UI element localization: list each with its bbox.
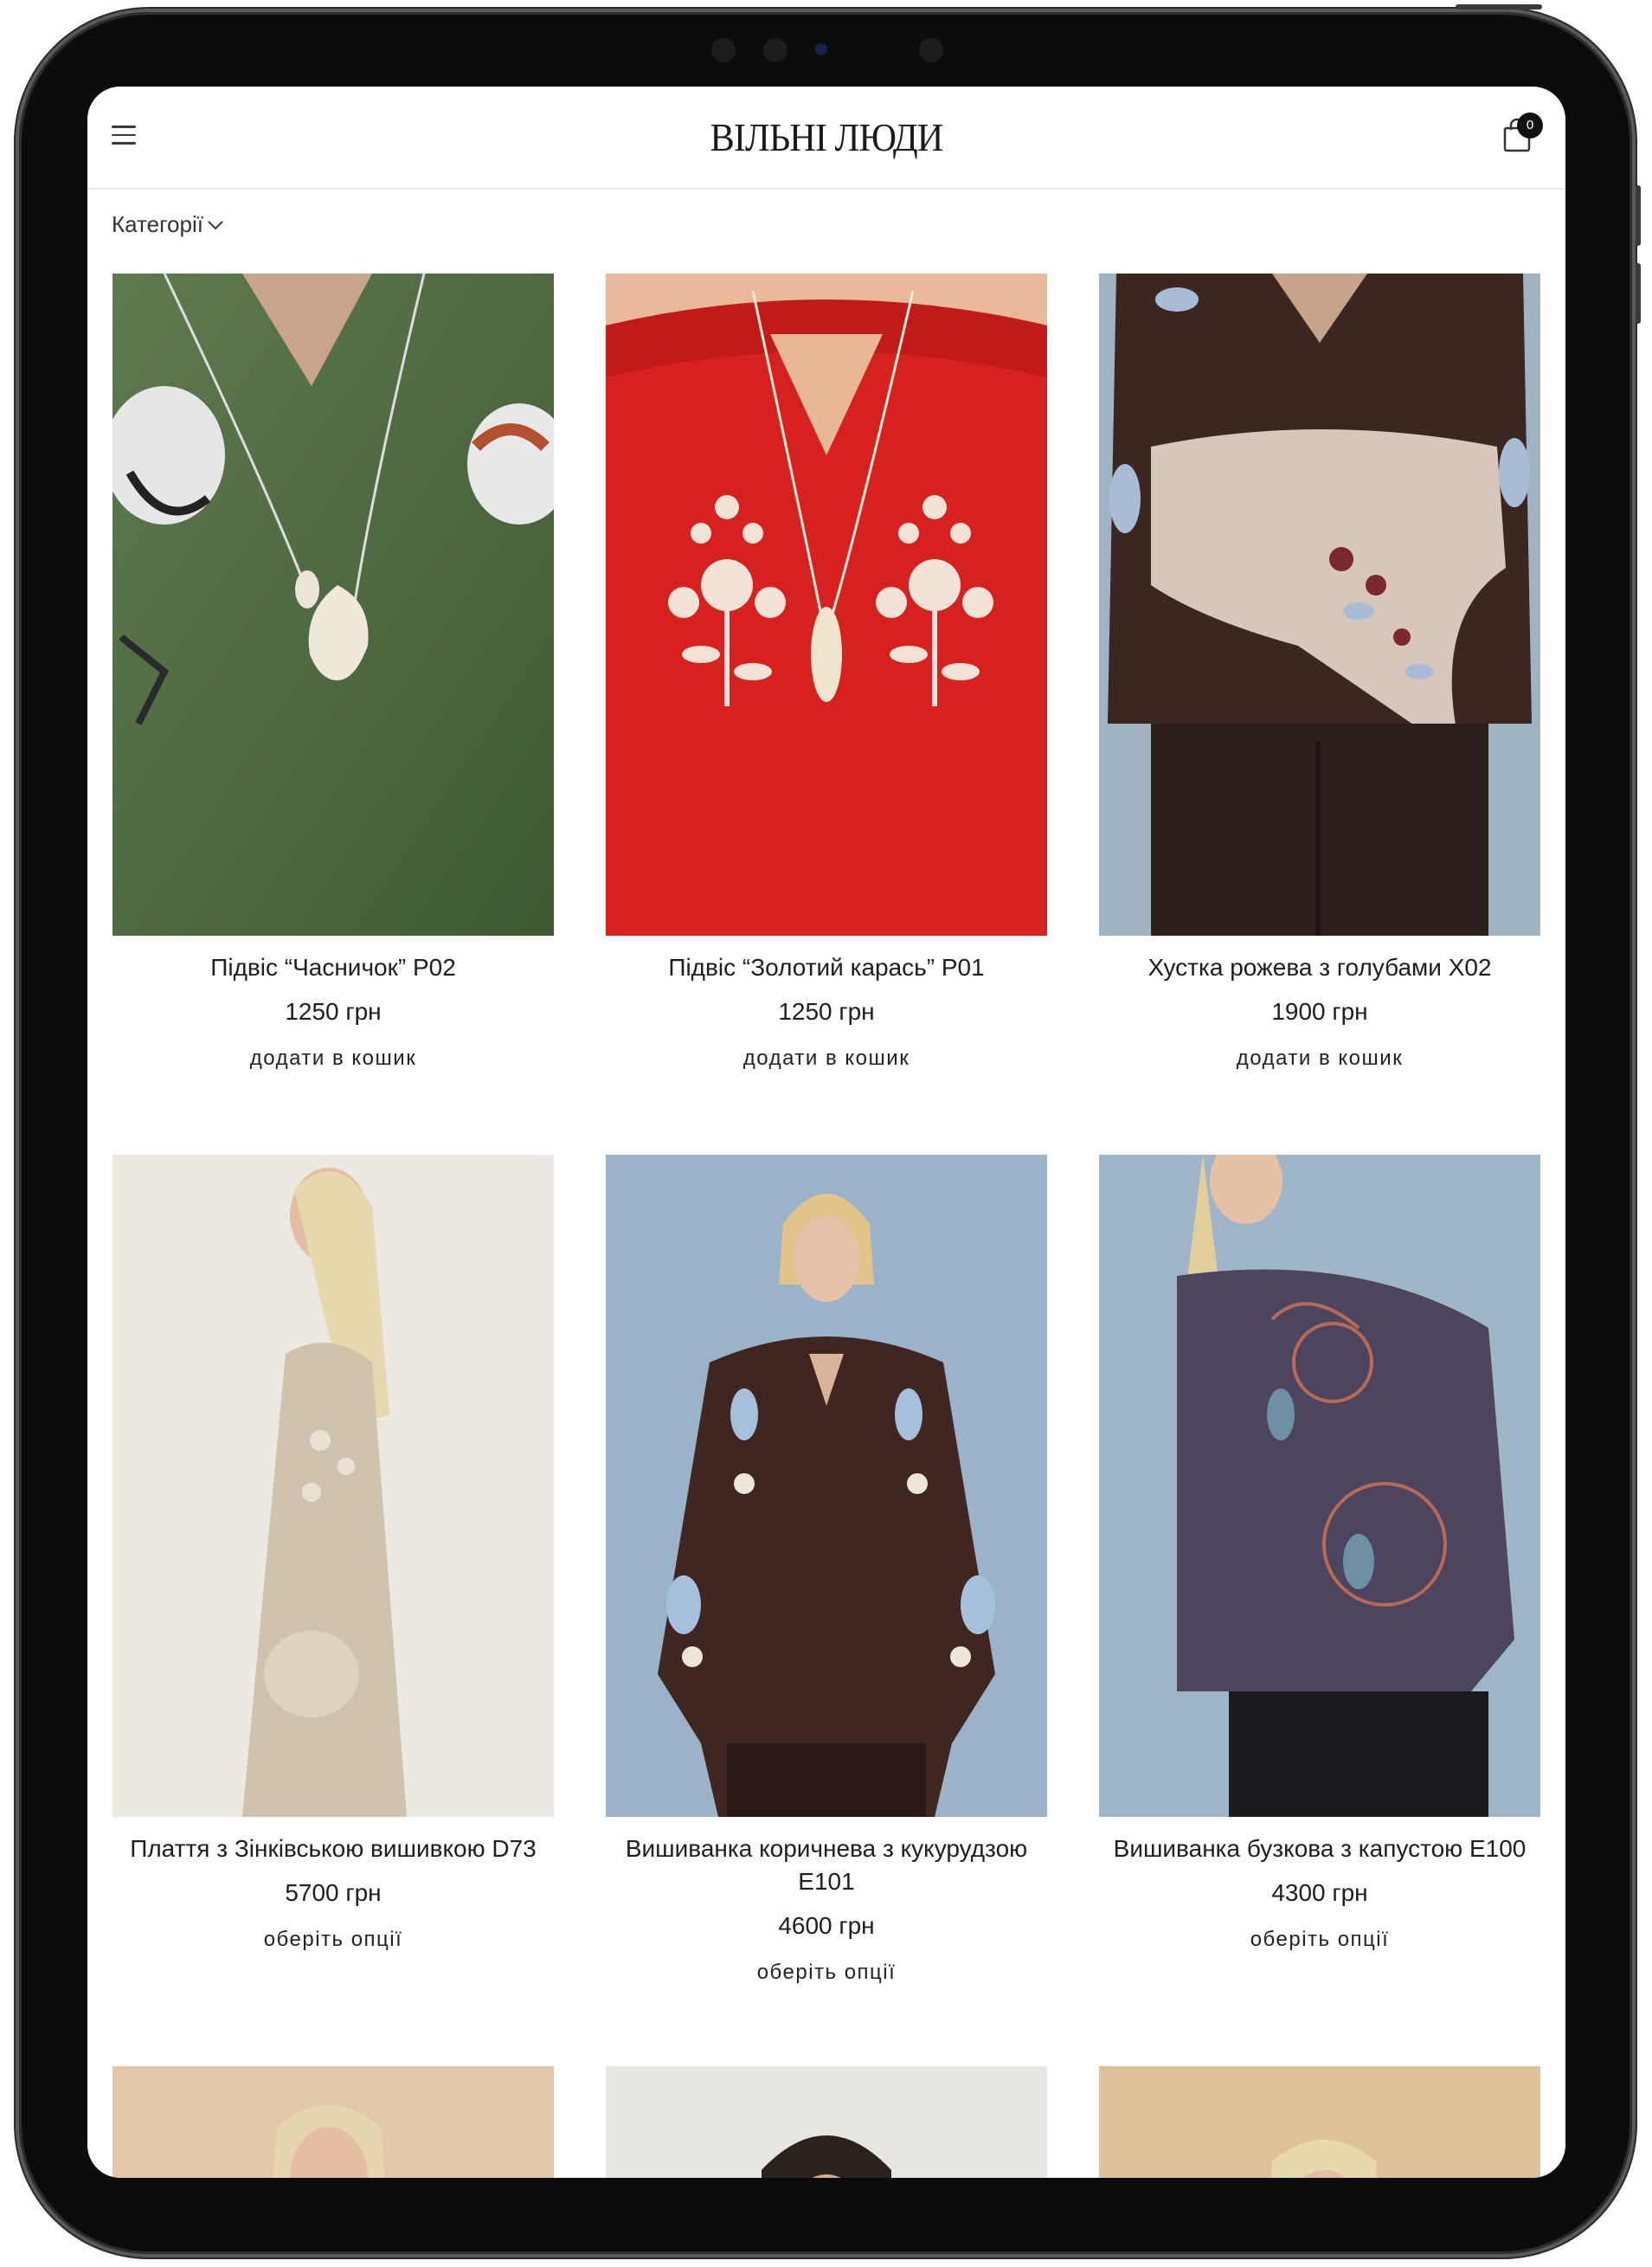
screen: ВІЛЬНІ ЛЮДИ 0 Категорії Підвіс “Часничок… <box>87 87 1565 2178</box>
front-sensor <box>763 38 787 62</box>
product-image[interactable] <box>606 2066 1047 2178</box>
product-title[interactable]: Хустка рожева з голубами X02 <box>1099 951 1540 984</box>
product-image[interactable] <box>1099 2066 1540 2178</box>
product-card[interactable]: Підвіс “Часничок” P02 1250 грн додати в … <box>112 274 554 1071</box>
product-image[interactable] <box>1099 1155 1540 1817</box>
add-to-cart-button[interactable]: додати в кошик <box>606 1047 1047 1071</box>
product-price: 1250 грн <box>285 998 382 1025</box>
power-button <box>1456 4 1542 10</box>
site-header: ВІЛЬНІ ЛЮДИ 0 <box>87 87 1565 190</box>
product-image[interactable] <box>112 274 554 936</box>
select-options-button[interactable]: оберіть опції <box>112 1928 554 1952</box>
product-price: 1250 грн <box>778 998 875 1025</box>
product-card[interactable]: Підвіс “Золотий карась” P01 1250 грн дод… <box>606 274 1047 1071</box>
product-title[interactable]: Плаття з Зінківською вишивкою D73 <box>112 1832 554 1865</box>
categories-label: Категорії <box>112 211 203 237</box>
front-sensor <box>919 38 943 62</box>
product-title[interactable]: Підвіс “Часничок” P02 <box>112 951 554 984</box>
product-card[interactable]: Хустка рожева з голубами X02 1900 грн до… <box>1099 274 1540 1071</box>
product-price: 5700 грн <box>285 1879 382 1906</box>
select-options-button[interactable]: оберіть опції <box>606 1961 1047 1985</box>
chevron-down-icon <box>208 220 223 229</box>
product-title[interactable]: Підвіс “Золотий карась” P01 <box>606 951 1047 984</box>
product-image[interactable] <box>112 1155 554 1817</box>
menu-icon[interactable] <box>112 126 136 145</box>
product-price: 4300 грн <box>1271 1879 1368 1906</box>
cart-count-badge: 0 <box>1517 113 1543 138</box>
product-price: 1900 грн <box>1271 998 1368 1025</box>
front-sensor <box>815 43 827 55</box>
site-logo[interactable]: ВІЛЬНІ ЛЮДИ <box>146 114 1506 160</box>
product-image[interactable] <box>1099 274 1540 936</box>
product-card[interactable]: Плаття з Зінківською вишивкою D73 5700 г… <box>112 1155 554 1952</box>
volume-button <box>1636 185 1641 246</box>
add-to-cart-button[interactable]: додати в кошик <box>1099 1047 1540 1071</box>
add-to-cart-button[interactable]: додати в кошик <box>112 1047 554 1071</box>
front-camera <box>711 38 736 62</box>
cart-button[interactable]: 0 <box>1501 113 1543 156</box>
product-card[interactable]: Вишиванка коричнева з кукурудзою E101 46… <box>606 1155 1047 1985</box>
product-image[interactable] <box>606 1155 1047 1817</box>
product-title[interactable]: Вишиванка коричнева з кукурудзою E101 <box>606 1832 1047 1898</box>
product-card[interactable]: Вишиванка бузкова з капустою E100 4300 г… <box>1099 1155 1540 1952</box>
categories-filter[interactable]: Категорії <box>112 211 224 238</box>
select-options-button[interactable]: оберіть опції <box>1099 1928 1540 1952</box>
product-image[interactable] <box>606 274 1047 936</box>
product-title[interactable]: Вишиванка бузкова з капустою E100 <box>1099 1832 1540 1865</box>
product-price: 4600 грн <box>778 1912 875 1939</box>
product-image[interactable] <box>112 2066 554 2178</box>
volume-button <box>1636 263 1641 324</box>
